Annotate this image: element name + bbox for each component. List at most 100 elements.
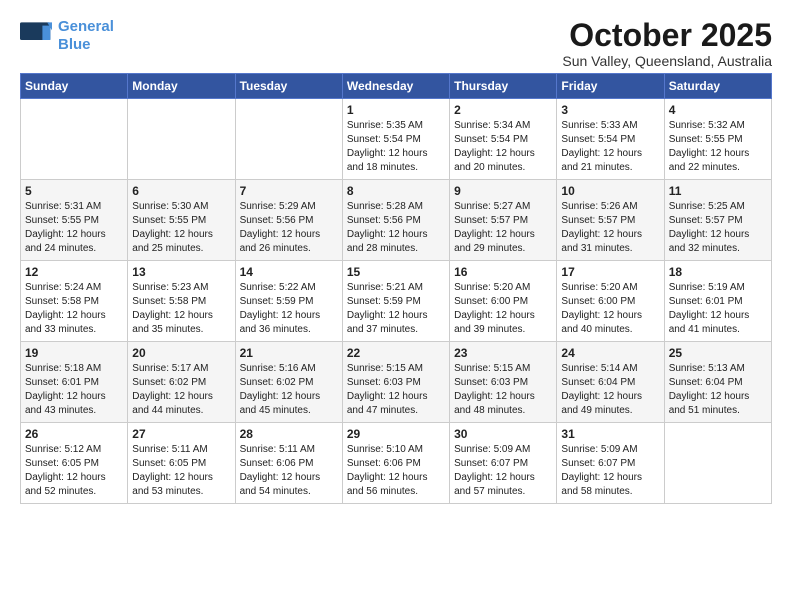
- day-info: Sunrise: 5:27 AM Sunset: 5:57 PM Dayligh…: [454, 200, 552, 256]
- calendar-cell: 1 Sunrise: 5:35 AM Sunset: 5:54 PM Daylig…: [342, 99, 449, 180]
- day-info: Sunrise: 5:35 AM Sunset: 5:54 PM Dayligh…: [347, 119, 445, 175]
- calendar-cell: 8Sunrise: 5:28 AM Sunset: 5:56 PM Daylig…: [342, 180, 449, 261]
- day-info: Sunrise: 5:17 AM Sunset: 6:02 PM Dayligh…: [132, 362, 230, 418]
- day-info: Sunrise: 5:25 AM Sunset: 5:57 PM Dayligh…: [669, 200, 767, 256]
- day-number: 18: [669, 265, 767, 279]
- calendar-cell: 9 Sunrise: 5:27 AM Sunset: 5:57 PM Daylig…: [450, 180, 557, 261]
- logo-icon: [20, 22, 52, 50]
- calendar-cell: 15 Sunrise: 5:21 AM Sunset: 5:59 PM Dayli…: [342, 261, 449, 342]
- day-info: Sunrise: 5:16 AM Sunset: 6:02 PM Dayligh…: [240, 362, 338, 418]
- calendar-cell: 31 Sunrise: 5:09 AM Sunset: 6:07 PM Dayli…: [557, 423, 664, 504]
- day-info: Sunrise: 5:30 AM Sunset: 5:55 PM Dayligh…: [132, 200, 230, 256]
- calendar-week-4: 26Sunrise: 5:12 AM Sunset: 6:05 PM Dayli…: [21, 423, 772, 504]
- day-number: 12: [25, 265, 123, 279]
- calendar-cell: 20 Sunrise: 5:17 AM Sunset: 6:02 PM Dayli…: [128, 342, 235, 423]
- col-friday: Friday: [557, 74, 664, 99]
- day-info: Sunrise: 5:31 AM Sunset: 5:55 PM Dayligh…: [25, 200, 123, 256]
- day-info: Sunrise: 5:20 AM Sunset: 6:00 PM Dayligh…: [454, 281, 552, 337]
- day-number: 23: [454, 346, 552, 360]
- calendar-week-3: 19 Sunrise: 5:18 AM Sunset: 6:01 PM Dayli…: [21, 342, 772, 423]
- col-wednesday: Wednesday: [342, 74, 449, 99]
- day-number: 19: [25, 346, 123, 360]
- calendar-cell: 6Sunrise: 5:30 AM Sunset: 5:55 PM Daylig…: [128, 180, 235, 261]
- calendar-week-2: 12Sunrise: 5:24 AM Sunset: 5:58 PM Dayli…: [21, 261, 772, 342]
- day-number: 10: [561, 184, 659, 198]
- calendar-cell: [21, 99, 128, 180]
- day-number: 15: [347, 265, 445, 279]
- calendar-cell: 10 Sunrise: 5:26 AM Sunset: 5:57 PM Dayli…: [557, 180, 664, 261]
- logo: General Blue: [20, 18, 114, 54]
- calendar-cell: 7 Sunrise: 5:29 AM Sunset: 5:56 PM Daylig…: [235, 180, 342, 261]
- logo-line2: Blue: [58, 36, 91, 53]
- day-number: 11: [669, 184, 767, 198]
- calendar-cell: 11 Sunrise: 5:25 AM Sunset: 5:57 PM Dayli…: [664, 180, 771, 261]
- day-number: 4: [669, 103, 767, 117]
- day-info: Sunrise: 5:14 AM Sunset: 6:04 PM Dayligh…: [561, 362, 659, 418]
- calendar-cell: 2Sunrise: 5:34 AM Sunset: 5:54 PM Daylig…: [450, 99, 557, 180]
- day-number: 16: [454, 265, 552, 279]
- day-info: Sunrise: 5:19 AM Sunset: 6:01 PM Dayligh…: [669, 281, 767, 337]
- calendar-cell: 3 Sunrise: 5:33 AM Sunset: 5:54 PM Daylig…: [557, 99, 664, 180]
- calendar-cell: 24 Sunrise: 5:14 AM Sunset: 6:04 PM Dayli…: [557, 342, 664, 423]
- calendar-cell: 25Sunrise: 5:13 AM Sunset: 6:04 PM Dayli…: [664, 342, 771, 423]
- day-number: 20: [132, 346, 230, 360]
- day-info: Sunrise: 5:18 AM Sunset: 6:01 PM Dayligh…: [25, 362, 123, 418]
- day-info: Sunrise: 5:29 AM Sunset: 5:56 PM Dayligh…: [240, 200, 338, 256]
- calendar-cell: 4Sunrise: 5:32 AM Sunset: 5:55 PM Daylig…: [664, 99, 771, 180]
- col-thursday: Thursday: [450, 74, 557, 99]
- day-number: 30: [454, 427, 552, 441]
- col-sunday: Sunday: [21, 74, 128, 99]
- day-info: Sunrise: 5:09 AM Sunset: 6:07 PM Dayligh…: [561, 443, 659, 499]
- day-info: Sunrise: 5:09 AM Sunset: 6:07 PM Dayligh…: [454, 443, 552, 499]
- calendar-cell: 26Sunrise: 5:12 AM Sunset: 6:05 PM Dayli…: [21, 423, 128, 504]
- day-number: 9: [454, 184, 552, 198]
- calendar-cell: 13Sunrise: 5:23 AM Sunset: 5:58 PM Dayli…: [128, 261, 235, 342]
- calendar-cell: 16 Sunrise: 5:20 AM Sunset: 6:00 PM Dayli…: [450, 261, 557, 342]
- calendar-week-1: 5 Sunrise: 5:31 AM Sunset: 5:55 PM Daylig…: [21, 180, 772, 261]
- calendar-table: Sunday Monday Tuesday Wednesday Thursday…: [20, 73, 772, 504]
- col-tuesday: Tuesday: [235, 74, 342, 99]
- calendar-cell: 23 Sunrise: 5:15 AM Sunset: 6:03 PM Dayli…: [450, 342, 557, 423]
- calendar-cell: 19 Sunrise: 5:18 AM Sunset: 6:01 PM Dayli…: [21, 342, 128, 423]
- calendar-cell: [235, 99, 342, 180]
- day-info: Sunrise: 5:21 AM Sunset: 5:59 PM Dayligh…: [347, 281, 445, 337]
- calendar-cell: [664, 423, 771, 504]
- day-number: 24: [561, 346, 659, 360]
- day-number: 1: [347, 103, 445, 117]
- day-number: 3: [561, 103, 659, 117]
- day-number: 31: [561, 427, 659, 441]
- day-info: Sunrise: 5:26 AM Sunset: 5:57 PM Dayligh…: [561, 200, 659, 256]
- calendar-cell: 14 Sunrise: 5:22 AM Sunset: 5:59 PM Dayli…: [235, 261, 342, 342]
- day-info: Sunrise: 5:22 AM Sunset: 5:59 PM Dayligh…: [240, 281, 338, 337]
- day-number: 5: [25, 184, 123, 198]
- page: General Blue October 2025 Sun Valley, Qu…: [0, 0, 792, 612]
- day-info: Sunrise: 5:10 AM Sunset: 6:06 PM Dayligh…: [347, 443, 445, 499]
- calendar-cell: 21 Sunrise: 5:16 AM Sunset: 6:02 PM Dayli…: [235, 342, 342, 423]
- day-number: 29: [347, 427, 445, 441]
- day-info: Sunrise: 5:12 AM Sunset: 6:05 PM Dayligh…: [25, 443, 123, 499]
- title-block: October 2025 Sun Valley, Queensland, Aus…: [562, 18, 772, 69]
- day-info: Sunrise: 5:13 AM Sunset: 6:04 PM Dayligh…: [669, 362, 767, 418]
- calendar-header-row: Sunday Monday Tuesday Wednesday Thursday…: [21, 74, 772, 99]
- day-info: Sunrise: 5:23 AM Sunset: 5:58 PM Dayligh…: [132, 281, 230, 337]
- day-info: Sunrise: 5:15 AM Sunset: 6:03 PM Dayligh…: [454, 362, 552, 418]
- day-info: Sunrise: 5:33 AM Sunset: 5:54 PM Dayligh…: [561, 119, 659, 175]
- calendar-cell: 18 Sunrise: 5:19 AM Sunset: 6:01 PM Dayli…: [664, 261, 771, 342]
- calendar-week-0: 1 Sunrise: 5:35 AM Sunset: 5:54 PM Daylig…: [21, 99, 772, 180]
- day-number: 8: [347, 184, 445, 198]
- day-info: Sunrise: 5:15 AM Sunset: 6:03 PM Dayligh…: [347, 362, 445, 418]
- logo-line1: General: [58, 18, 114, 35]
- calendar-cell: 29 Sunrise: 5:10 AM Sunset: 6:06 PM Dayli…: [342, 423, 449, 504]
- day-number: 14: [240, 265, 338, 279]
- calendar-cell: 12Sunrise: 5:24 AM Sunset: 5:58 PM Dayli…: [21, 261, 128, 342]
- calendar-cell: 17Sunrise: 5:20 AM Sunset: 6:00 PM Dayli…: [557, 261, 664, 342]
- day-number: 7: [240, 184, 338, 198]
- day-number: 28: [240, 427, 338, 441]
- day-number: 21: [240, 346, 338, 360]
- logo-text: General Blue: [58, 18, 114, 54]
- subtitle: Sun Valley, Queensland, Australia: [562, 53, 772, 69]
- day-info: Sunrise: 5:20 AM Sunset: 6:00 PM Dayligh…: [561, 281, 659, 337]
- calendar-cell: 28Sunrise: 5:11 AM Sunset: 6:06 PM Dayli…: [235, 423, 342, 504]
- calendar-cell: 27Sunrise: 5:11 AM Sunset: 6:05 PM Dayli…: [128, 423, 235, 504]
- day-number: 27: [132, 427, 230, 441]
